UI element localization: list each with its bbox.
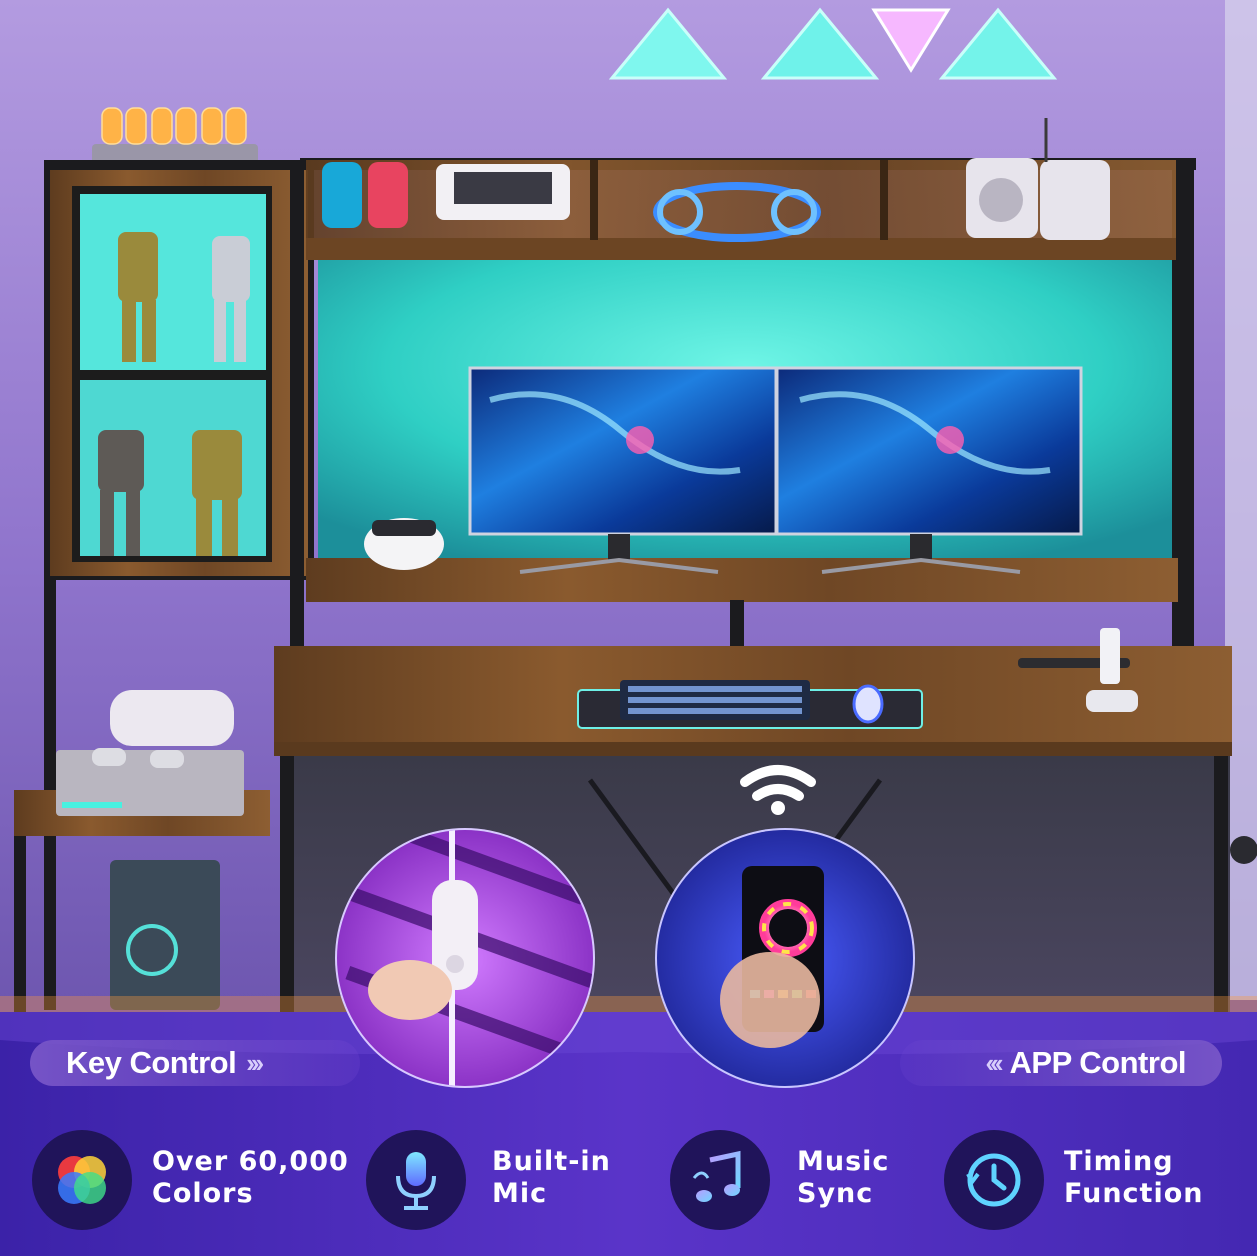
music-note-icon <box>670 1130 770 1230</box>
app-control-label: ‹‹‹ APP Control <box>900 1040 1222 1086</box>
key-control-text: Key Control <box>66 1045 237 1080</box>
microphone-icon <box>366 1130 466 1230</box>
app-control-text: APP Control <box>1009 1045 1187 1080</box>
feature-colors-label: Over 60,000 Colors <box>152 1146 349 1209</box>
key-control-label: Key Control ››› <box>30 1040 360 1086</box>
feature-music-label: Music Sync <box>797 1146 890 1209</box>
feature-mic-label: Built-in Mic <box>492 1146 611 1209</box>
chevrons-left-icon: ‹‹‹ <box>985 1047 1004 1078</box>
product-image: Key Control ››› ‹‹‹ APP Control Over 60,… <box>0 0 1257 1256</box>
chevrons-right-icon: ››› <box>246 1047 264 1078</box>
clock-icon <box>944 1130 1044 1230</box>
feature-timing-label: Timing Function <box>1064 1146 1204 1209</box>
color-wheel-icon <box>32 1130 132 1230</box>
